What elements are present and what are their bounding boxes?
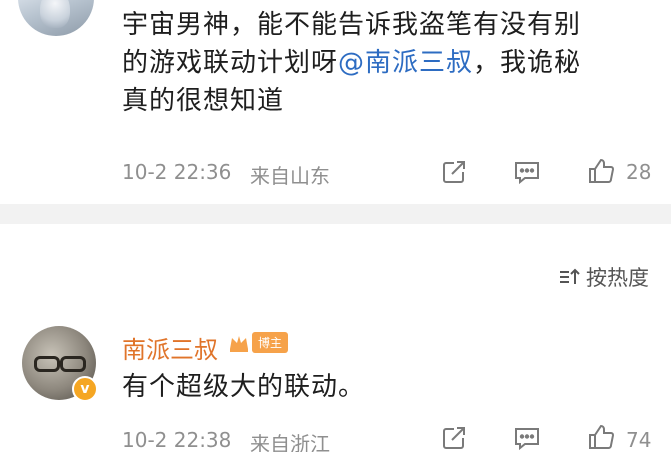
like-button[interactable] [586,156,616,186]
comment-icon [515,162,539,185]
like-icon [589,158,614,184]
comment-line: 宇宙男神，能不能告诉我盗笔有没有别 [122,10,582,40]
comment-text: 宇宙男神，能不能告诉我盗笔有没有别 的游戏联动计划呀@南派三叔，我诡秘 真的很想… [122,6,642,120]
location: 来自浙江 [250,432,330,452]
share-button[interactable] [440,424,468,452]
like-button[interactable] [586,422,616,452]
like-count: 74 [626,428,652,452]
sort-icon [560,268,580,284]
parent-comment: 宇宙男神，能不能告诉我盗笔有没有别 的游戏联动计划呀@南派三叔，我诡秘 真的很想… [0,0,671,204]
location: 来自山东 [250,164,330,188]
avatar[interactable] [18,0,94,36]
like-icon [589,424,614,450]
blogger-badge: 博主 [252,332,289,353]
share-icon [443,161,465,183]
comment-fragment: ，我诡秘 [473,48,582,78]
share-button[interactable] [440,158,468,186]
comment-line: 真的很想知道 [122,86,285,116]
comment-fragment: 的游戏联动计划呀 [122,48,339,78]
timestamp: 10-2 22:38 [122,428,232,452]
like-count: 28 [626,160,652,184]
sort-button[interactable]: 按热度 [558,262,649,292]
comment-icon [515,428,539,451]
section-divider [0,204,671,224]
verified-icon: v [72,376,98,402]
sort-label: 按热度 [586,266,649,290]
comment-line: 的游戏联动计划呀@南派三叔，我诡秘 [122,44,642,82]
comment-button[interactable] [512,424,542,452]
mention-link[interactable]: @南派三叔 [338,48,473,78]
author-name[interactable]: 南派三叔 [122,330,218,365]
reply-text: 有个超级大的联动。 [122,372,366,402]
share-icon [443,427,465,449]
timestamp: 10-2 22:36 [122,160,232,184]
crown-icon [230,335,248,352]
comment-button[interactable] [512,158,542,186]
author-badges: 博主 [228,332,289,353]
